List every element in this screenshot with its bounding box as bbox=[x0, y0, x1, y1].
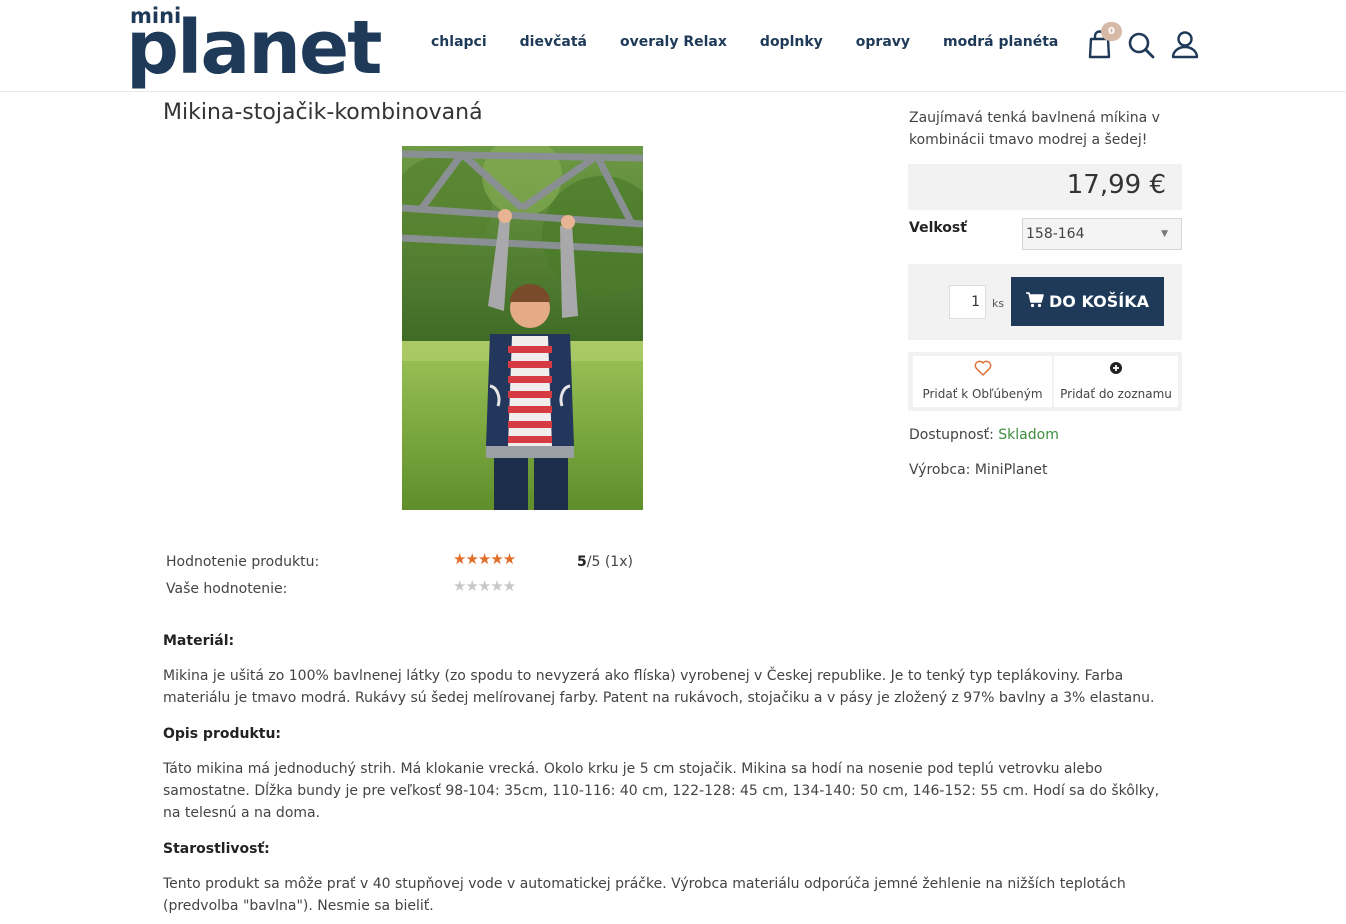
section-text-care: Tento produkt sa môže prať v 40 stupňove… bbox=[163, 876, 1126, 914]
logo-planet-text: planet bbox=[126, 5, 383, 91]
site-logo[interactable]: mini planet bbox=[126, 4, 396, 88]
section-heading-care: Starostlivosť: bbox=[163, 841, 270, 857]
heart-icon bbox=[913, 360, 1052, 380]
product-price: 17,99 € bbox=[1066, 170, 1166, 200]
availability: Dostupnosť: Skladom bbox=[909, 427, 1059, 443]
section-text-material: Mikina je ušitá zo 100% bavlnenej látky … bbox=[163, 668, 1155, 706]
add-to-list-button[interactable]: Pridať do zoznamu bbox=[1054, 356, 1178, 407]
nav-item-modra-planeta[interactable]: modrá planéta bbox=[943, 34, 1058, 50]
chevron-down-icon: ▼ bbox=[1161, 229, 1168, 239]
rating-score-rest: /5 (1x) bbox=[586, 554, 633, 570]
nav-item-dievcata[interactable]: dievčatá bbox=[520, 34, 587, 50]
product-rating-stars: ★★★★★ bbox=[453, 550, 516, 568]
availability-label: Dostupnosť: bbox=[909, 427, 994, 443]
user-icon[interactable] bbox=[1170, 28, 1200, 60]
price-box: 17,99 € bbox=[908, 164, 1182, 210]
quantity-unit: ks bbox=[992, 297, 1005, 310]
section-heading-description: Opis produktu: bbox=[163, 726, 282, 742]
availability-value: Skladom bbox=[998, 427, 1059, 443]
cart-icon bbox=[1026, 291, 1044, 312]
add-to-cart-label: DO KOŠÍKA bbox=[1049, 292, 1149, 311]
product-rating-label: Hodnotenie produktu: bbox=[166, 554, 320, 570]
manufacturer-label: Výrobca: bbox=[909, 462, 971, 478]
product-short-description: Zaujímavá tenká bavlnená míkina v kombin… bbox=[909, 110, 1160, 148]
product-rating-score: 5/5 (1x) bbox=[577, 554, 633, 570]
main-nav: chlapci dievčatá overaly Relax doplnky o… bbox=[431, 34, 1091, 50]
plus-circle-icon bbox=[1054, 360, 1178, 380]
nav-item-chlapci[interactable]: chlapci bbox=[431, 34, 487, 50]
nav-item-doplnky[interactable]: doplnky bbox=[760, 34, 823, 50]
search-icon[interactable] bbox=[1127, 28, 1157, 60]
cart-count-badge: 0 bbox=[1101, 22, 1122, 41]
add-to-favorites-label: Pridať k Obľúbeným bbox=[922, 387, 1043, 401]
size-label: Velkosť bbox=[909, 220, 967, 236]
quantity-input[interactable] bbox=[949, 285, 986, 319]
add-to-list-label: Pridať do zoznamu bbox=[1060, 387, 1172, 401]
nav-item-opravy[interactable]: opravy bbox=[856, 34, 910, 50]
product-image[interactable] bbox=[402, 146, 643, 510]
add-to-cart-button[interactable]: DO KOŠÍKA bbox=[1011, 277, 1164, 326]
size-select[interactable]: 158-164 ▼ bbox=[1022, 218, 1182, 250]
size-selected-value: 158-164 bbox=[1026, 226, 1085, 242]
your-rating-label: Vaše hodnotenie: bbox=[166, 581, 288, 597]
manufacturer-value[interactable]: MiniPlanet bbox=[975, 462, 1048, 478]
manufacturer: Výrobca: MiniPlanet bbox=[909, 462, 1047, 478]
product-title: Mikina-stojačik-kombinovaná bbox=[163, 100, 483, 125]
rating-score-value: 5 bbox=[577, 554, 587, 570]
nav-item-overaly[interactable]: overaly Relax bbox=[620, 34, 727, 50]
your-rating-stars[interactable]: ★★★★★ bbox=[453, 577, 516, 595]
add-to-favorites-button[interactable]: Pridať k Obľúbeným bbox=[913, 356, 1052, 407]
site-header: mini planet chlapci dievčatá overaly Rel… bbox=[0, 0, 1346, 92]
section-heading-material: Materiál: bbox=[163, 633, 235, 649]
section-text-description: Táto mikina má jednoduchý strih. Má klok… bbox=[163, 761, 1160, 821]
